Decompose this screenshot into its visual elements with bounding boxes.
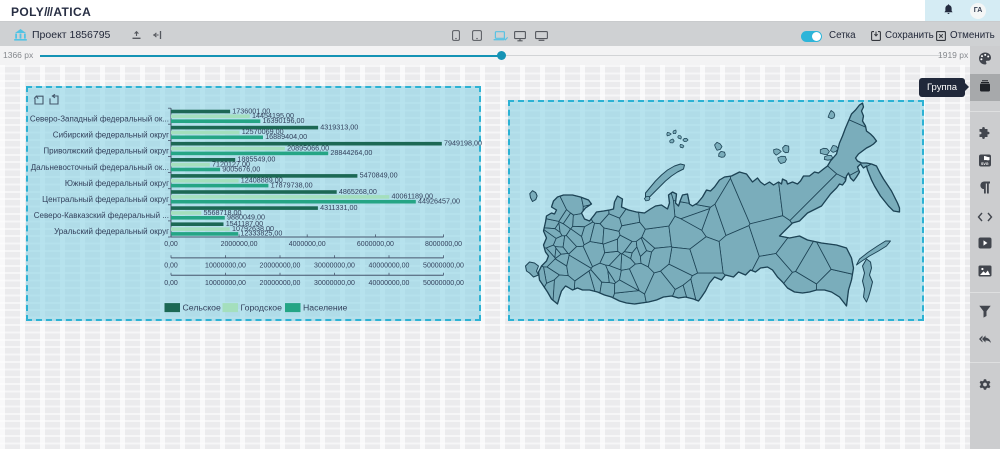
svg-text:Сибирский федеральный округ: Сибирский федеральный округ (52, 130, 168, 139)
svg-text:50000000,00: 50000000,00 (423, 262, 464, 269)
svg-text:Дальневосточный федеральный ок: Дальневосточный федеральный ок... (30, 162, 168, 171)
svg-text:SVG: SVG (981, 162, 989, 166)
svg-text:4000000,00: 4000000,00 (288, 241, 325, 248)
svg-text:4865268,00: 4865268,00 (338, 186, 376, 195)
svg-text:Городское: Городское (240, 302, 282, 312)
svg-text:50000000,00: 50000000,00 (423, 279, 464, 286)
svg-text:16390196,00: 16390196,00 (262, 116, 304, 125)
svg-text:40000000,00: 40000000,00 (368, 262, 409, 269)
svg-text:0,00: 0,00 (164, 241, 178, 248)
svg-text:Приволжский федеральный округ: Приволжский федеральный округ (43, 146, 169, 155)
svg-text:20895066,00: 20895066,00 (287, 143, 329, 152)
svg-text:20000000,00: 20000000,00 (259, 262, 300, 269)
svg-text:12333825,00: 12333825,00 (240, 228, 282, 237)
svg-text:Северо-Кавказский федеральный: Северо-Кавказский федеральный ... (33, 211, 168, 220)
svg-text:44926457,00: 44926457,00 (418, 196, 460, 205)
svg-text:7949198,00: 7949198,00 (444, 138, 482, 147)
svg-text:30000000,00: 30000000,00 (314, 279, 355, 286)
svg-text:Северо-Западный федеральный ок: Северо-Западный федеральный ок... (29, 114, 168, 123)
svg-text:40000000,00: 40000000,00 (368, 279, 409, 286)
svg-text:Южный федеральный округ: Южный федеральный округ (64, 178, 168, 187)
svg-text:5470849,00: 5470849,00 (359, 170, 397, 179)
svg-text:30000000,00: 30000000,00 (314, 262, 355, 269)
svg-text:4319313,00: 4319313,00 (320, 122, 358, 131)
svg-text:16889404,00: 16889404,00 (265, 132, 307, 141)
svg-text:9005676,00: 9005676,00 (222, 164, 260, 173)
svg-text:0,00: 0,00 (164, 262, 178, 269)
svg-text:10000000,00: 10000000,00 (205, 279, 246, 286)
svg-text:20000000,00: 20000000,00 (259, 279, 300, 286)
svg-text:4311331,00: 4311331,00 (320, 202, 357, 211)
svg-text:2000000,00: 2000000,00 (220, 241, 257, 248)
svg-text:Население: Население (303, 302, 348, 312)
svg-text:0,00: 0,00 (164, 279, 178, 286)
svg-text:10000000,00: 10000000,00 (205, 262, 246, 269)
svg-text:8000000,00: 8000000,00 (425, 241, 462, 248)
svg-text:Сельское: Сельское (182, 302, 220, 312)
svg-text:Уральский федеральный округ: Уральский федеральный округ (54, 227, 169, 236)
svg-text:Центральный федеральный округ: Центральный федеральный округ (42, 195, 169, 204)
svg-text:28844264,00: 28844264,00 (330, 148, 372, 157)
svg-text:17879738,00: 17879738,00 (270, 180, 312, 189)
svg-text:6000000,00: 6000000,00 (356, 241, 393, 248)
